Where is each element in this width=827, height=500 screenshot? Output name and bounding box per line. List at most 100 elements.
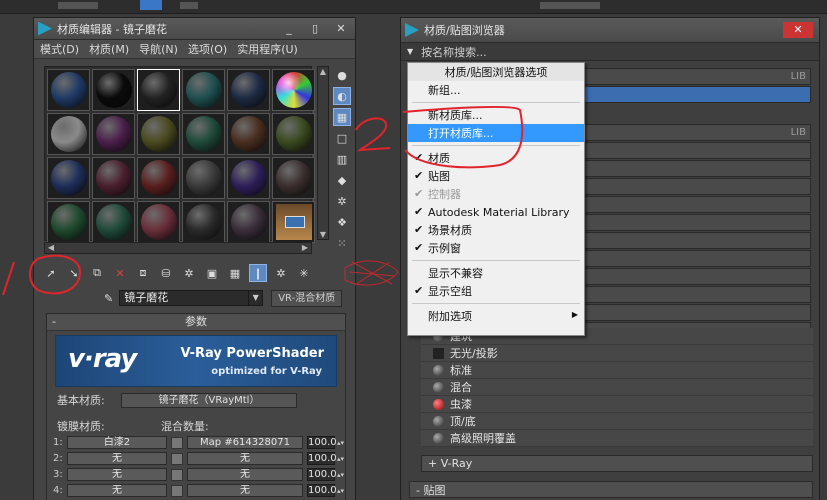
sample-slot[interactable] [92,201,135,243]
blend-amount-input[interactable]: 100.0 [307,452,337,465]
show-map-icon[interactable]: ▣ [203,264,221,282]
library-row[interactable] [583,196,811,213]
spinner-icon[interactable]: ▴▾ [337,455,345,463]
assign-to-selection-icon[interactable]: ⧉ [88,264,106,282]
sample-slot[interactable] [47,69,90,111]
sample-slot[interactable] [92,157,135,199]
get-material-icon[interactable]: ➚ [42,264,60,282]
sample-slot[interactable] [47,113,90,155]
material-type-item[interactable]: 高级照明覆盖 [421,430,813,447]
sample-slot[interactable] [92,113,135,155]
parameters-rollout-header[interactable]: - 参数 [47,314,345,331]
coat-map-button[interactable]: 无 [187,452,303,465]
toolbar-active-button[interactable] [140,0,162,10]
material-type-item[interactable]: 虫漆 [421,396,813,413]
library-row[interactable]: LIB [583,68,811,85]
sample-slot[interactable] [227,157,270,199]
scroll-up-arrow-icon[interactable]: ▲ [318,67,328,76]
sample-uv-tiling-icon[interactable]: □ [333,129,351,147]
menu-item[interactable]: ✔ 贴图 [408,167,584,185]
maps-group-row[interactable]: - 贴图 [409,481,813,498]
vray-group-row[interactable]: + V-Ray [421,455,813,472]
library-row[interactable] [583,268,811,285]
material-type-item[interactable]: 顶/底 [421,413,813,430]
sample-slot[interactable] [227,113,270,155]
background-checker-icon[interactable]: ▦ [333,108,351,126]
coat-material-button[interactable]: 无 [67,452,167,465]
browser-titlebar[interactable]: 材质/贴图浏览器 ✕ [401,18,819,43]
pick-material-icon[interactable]: ✳ [295,264,313,282]
sample-slot[interactable] [137,201,180,243]
menu-item[interactable]: 显示不兼容 [408,264,584,282]
sample-slot[interactable] [92,69,135,111]
menu-item[interactable]: 新材质库... [408,106,584,124]
coat-enable-checkbox[interactable] [171,452,183,465]
sample-slot[interactable] [272,69,315,111]
slots-horizontal-scrollbar[interactable]: ◀ ▶ [44,242,312,254]
menu-item[interactable]: 附加选项 ▶ [408,307,584,325]
coat-enable-checkbox[interactable] [171,484,183,497]
library-row[interactable]: LIB [583,124,811,141]
sample-slot[interactable] [272,113,315,155]
library-row-selected[interactable] [583,86,811,103]
maximize-button[interactable]: ▯ [303,21,327,37]
make-unique-icon[interactable]: ⧈ [134,264,152,282]
reset-map-icon[interactable]: ✕ [111,264,129,282]
sample-slot[interactable] [137,157,180,199]
blend-amount-input[interactable]: 100.0 [307,484,337,497]
menu-item[interactable]: 新组... [408,81,584,99]
slots-vertical-scrollbar[interactable]: ▲ ▼ [317,66,329,240]
coat-material-button[interactable]: 白漆2 [67,436,167,449]
coat-enable-checkbox[interactable] [171,436,183,449]
menu-item[interactable]: ✔ 材质 [408,149,584,167]
browser-close-button[interactable]: ✕ [783,22,813,38]
video-color-check-icon[interactable]: ▥ [333,150,351,168]
put-to-scene-icon[interactable]: ➘ [65,264,83,282]
library-row[interactable] [583,160,811,177]
menu-item[interactable]: ✔ Autodesk Material Library [408,203,584,221]
material-name-field[interactable]: 镜子磨花 [119,290,250,306]
material-id-channel-icon[interactable]: ✲ [180,264,198,282]
menu-material[interactable]: 材质(M) [89,41,129,57]
spinner-icon[interactable]: ▴▾ [337,487,345,495]
sample-slot[interactable] [137,113,180,155]
close-button[interactable]: ✕ [329,21,353,37]
base-material-button[interactable]: 镜子磨花（VRayMtl） [121,392,297,408]
spinner-icon[interactable]: ▴▾ [337,439,345,447]
sample-slot[interactable] [272,157,315,199]
options-icon[interactable]: ✲ [333,192,351,210]
sample-slot[interactable] [182,69,225,111]
menu-item[interactable]: ✔ 示例窗 [408,239,584,257]
chevron-down-icon[interactable]: ▼ [249,290,264,306]
coat-map-button[interactable]: 无 [187,484,303,497]
sample-slot[interactable] [182,157,225,199]
menu-item[interactable]: ✔ 显示空组 [408,282,584,300]
sample-slot[interactable] [47,201,90,243]
menu-utilities[interactable]: 实用程序(U) [237,41,298,57]
go-to-parent-icon[interactable]: ❙ [249,264,267,282]
material-editor-titlebar[interactable]: 材质编辑器 - 镜子磨花 _ ▯ ✕ [34,18,355,40]
select-by-material-icon[interactable]: ❖ [333,213,351,231]
library-row[interactable] [583,250,811,267]
put-to-library-icon[interactable]: ⛁ [157,264,175,282]
material-type-button[interactable]: VR-混合材质 [271,289,343,307]
scroll-down-arrow-icon[interactable]: ▼ [318,230,328,239]
go-forward-sibling-icon[interactable]: ✲ [272,264,290,282]
material-type-item[interactable]: 混合 [421,379,813,396]
library-row[interactable] [583,304,811,321]
sample-slot[interactable] [137,69,180,111]
menu-options[interactable]: 选项(O) [188,41,227,57]
coat-material-button[interactable]: 无 [67,468,167,481]
scroll-right-arrow-icon[interactable]: ▶ [299,243,311,253]
menu-navigation[interactable]: 导航(N) [139,41,178,57]
material-type-item[interactable]: 无光/投影 [421,345,813,362]
coat-enable-checkbox[interactable] [171,468,183,481]
options-dropdown-icon[interactable]: ▼ [407,47,413,56]
coat-map-button[interactable]: Map #614328071 [187,436,303,449]
material-type-item[interactable]: 标准 [421,362,813,379]
coat-map-button[interactable]: 无 [187,468,303,481]
backlight-icon[interactable]: ◐ [333,87,351,105]
sample-slot[interactable] [182,201,225,243]
scroll-left-arrow-icon[interactable]: ◀ [45,243,57,253]
eyedropper-icon[interactable]: ✎ [104,292,113,305]
